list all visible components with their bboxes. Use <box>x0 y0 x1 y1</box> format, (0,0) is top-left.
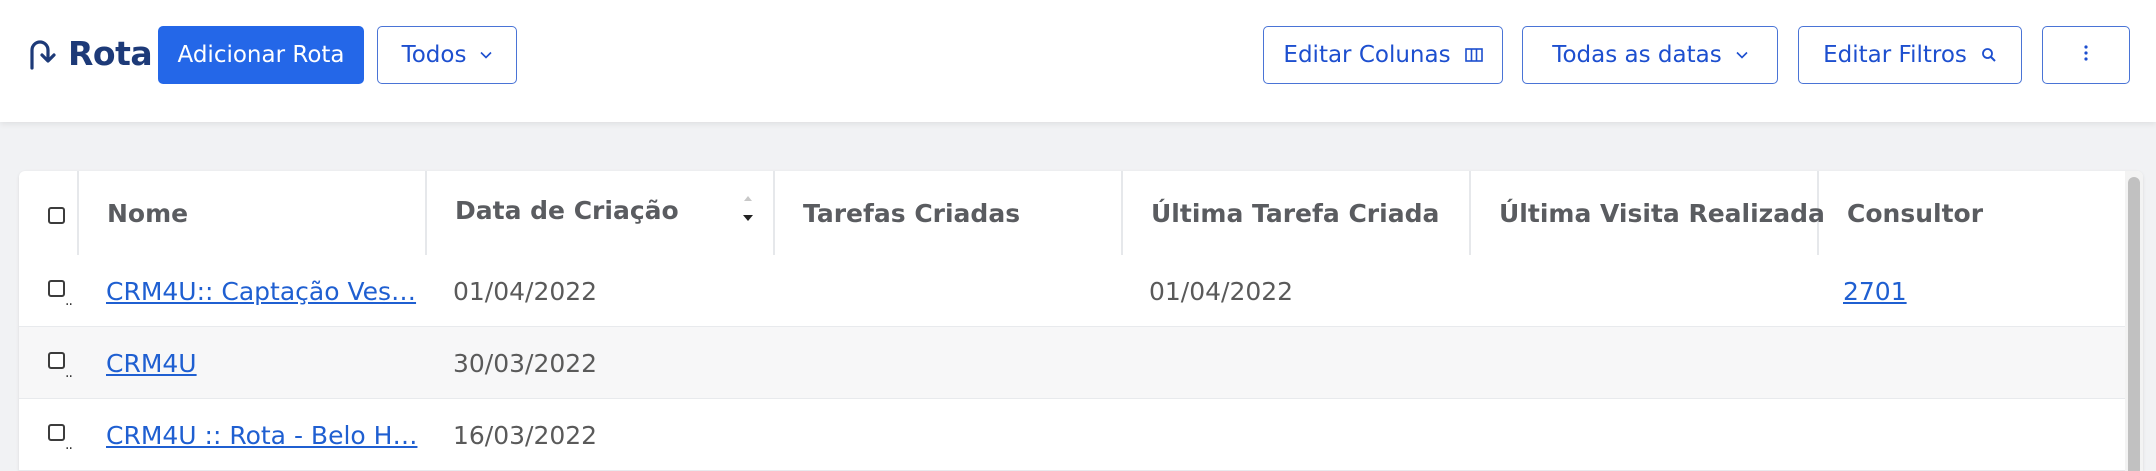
cell-data-criacao: 16/03/2022 <box>453 420 598 450</box>
add-route-button[interactable]: Adicionar Rota <box>158 26 364 84</box>
top-toolbar: Rota Adicionar Rota Todos Editar Colunas… <box>0 0 2156 122</box>
column-header-consultor[interactable]: Consultor <box>1819 171 2125 255</box>
row-checkbox[interactable] <box>48 352 65 369</box>
cell-ultima-visita <box>1497 327 1817 399</box>
chevron-down-icon <box>1736 51 1748 59</box>
column-label: Última Tarefa Criada <box>1151 198 1440 228</box>
cell-ultima-visita <box>1497 255 1817 327</box>
column-header-data-criacao[interactable]: Data de Criação <box>427 171 775 255</box>
edit-filters-button[interactable]: Editar Filtros <box>1798 26 2022 84</box>
column-header-ultima-visita[interactable]: Última Visita Realizada <box>1471 171 1825 255</box>
cell-tarefas-criadas <box>801 327 1121 399</box>
chevron-down-icon <box>480 51 493 59</box>
column-header-nome[interactable]: Nome <box>79 171 427 255</box>
date-range-select[interactable]: Todas as datas <box>1522 26 1778 84</box>
cell-data-criacao: 01/04/2022 <box>453 276 598 306</box>
column-label: Tarefas Criadas <box>803 198 1021 228</box>
page-title: Rota <box>68 34 153 73</box>
column-label: Nome <box>107 198 189 228</box>
more-options-button[interactable] <box>2042 26 2130 84</box>
cell-consultor: 2701 <box>1843 255 2123 327</box>
cell-ultima-tarefa <box>1149 399 1469 471</box>
edit-columns-label: Editar Colunas <box>1283 42 1451 68</box>
cell-ultima-tarefa: 01/04/2022 <box>1149 276 1294 306</box>
column-header-tarefas-criadas[interactable]: Tarefas Criadas <box>775 171 1123 255</box>
cell-consultor <box>1843 327 2123 399</box>
column-label: Última Visita Realizada <box>1499 198 1825 228</box>
date-range-value: Todas as datas <box>1552 42 1722 68</box>
row-checkbox-overflow: .. <box>65 365 73 381</box>
select-all-checkbox[interactable] <box>48 207 65 224</box>
filter-select[interactable]: Todos <box>377 26 517 84</box>
consultant-link[interactable]: 2701 <box>1843 277 1907 306</box>
route-icon <box>30 40 56 70</box>
cell-nome: CRM4U <box>106 327 426 399</box>
table-header: Nome Data de Criação Tarefas Criadas Últ… <box>19 171 2125 256</box>
kebab-menu-icon <box>2083 42 2089 68</box>
column-header-ultima-tarefa[interactable]: Última Tarefa Criada <box>1123 171 1471 255</box>
scrollbar-thumb[interactable] <box>2128 177 2140 471</box>
search-icon <box>1981 47 1997 63</box>
routes-table: Nome Data de Criação Tarefas Criadas Últ… <box>19 171 2143 471</box>
column-label: Data de Criação <box>455 195 679 225</box>
edit-columns-button[interactable]: Editar Colunas <box>1263 26 1503 84</box>
table-row[interactable]: .. CRM4U :: Rota - Belo H… 16/03/2022 <box>19 399 2125 471</box>
add-route-label: Adicionar Rota <box>177 42 345 68</box>
sort-icon[interactable] <box>741 191 755 231</box>
cell-nome: CRM4U :: Rota - Belo H… <box>106 399 426 471</box>
row-checkbox[interactable] <box>48 424 65 441</box>
table-row[interactable]: .. CRM4U 30/03/2022 <box>19 327 2125 399</box>
route-name-link[interactable]: CRM4U:: Captação Ves… <box>106 277 416 306</box>
cell-data-criacao: 30/03/2022 <box>453 348 598 378</box>
cell-consultor <box>1843 399 2123 471</box>
cell-tarefas-criadas <box>801 399 1121 471</box>
column-label: Consultor <box>1847 198 1984 228</box>
select-all-cell <box>19 171 79 255</box>
columns-icon <box>1464 48 1483 62</box>
edit-filters-label: Editar Filtros <box>1823 42 1967 68</box>
cell-ultima-visita <box>1497 399 1817 471</box>
route-name-link[interactable]: CRM4U :: Rota - Belo H… <box>106 421 417 450</box>
cell-tarefas-criadas <box>801 255 1121 327</box>
row-checkbox-overflow: .. <box>65 293 73 309</box>
cell-ultima-tarefa <box>1149 327 1469 399</box>
vertical-scrollbar[interactable] <box>2125 171 2143 471</box>
route-name-link[interactable]: CRM4U <box>106 349 197 378</box>
filter-select-value: Todos <box>401 42 467 68</box>
table-row[interactable]: .. CRM4U:: Captação Ves… 01/04/2022 01/0… <box>19 255 2125 327</box>
cell-nome: CRM4U:: Captação Ves… <box>106 255 426 327</box>
row-checkbox[interactable] <box>48 280 65 297</box>
row-checkbox-overflow: .. <box>65 437 73 453</box>
